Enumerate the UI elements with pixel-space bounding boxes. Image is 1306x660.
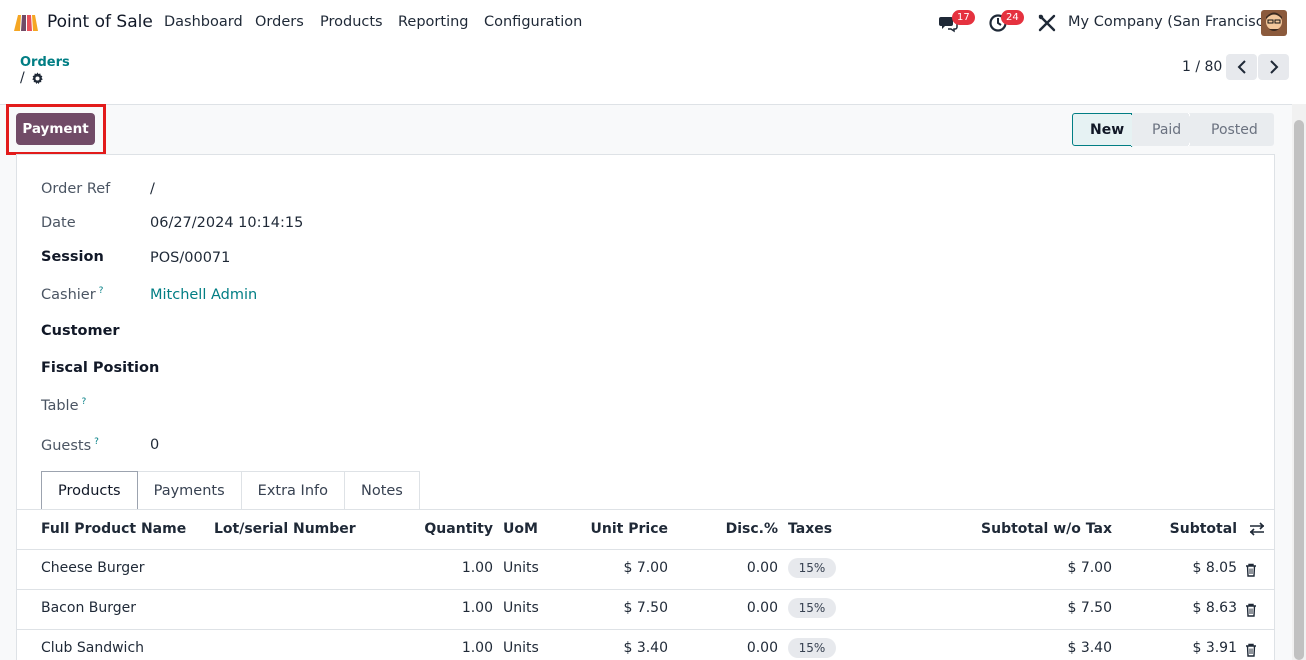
column-header-discount[interactable]: Disc.% [698, 521, 778, 537]
discount-cell[interactable]: 0.00 [698, 600, 778, 616]
subtotal-wo-tax-cell: $ 7.00 [1067, 560, 1112, 576]
column-header-subtotal-wo-tax[interactable]: Subtotal w/o Tax [962, 521, 1112, 537]
discount-cell[interactable]: 0.00 [698, 560, 778, 576]
breadcrumb-current-record: / [20, 70, 25, 86]
product-name-cell[interactable]: Bacon Burger [41, 600, 136, 616]
company-switcher[interactable]: My Company (San Francisco) [1068, 14, 1278, 30]
trash-icon[interactable] [1245, 643, 1257, 657]
column-header-uom[interactable]: UoM [503, 521, 538, 537]
messages-badge: 17 [952, 10, 975, 25]
discount-cell[interactable]: 0.00 [698, 640, 778, 656]
quantity-cell[interactable]: 1.00 [393, 560, 493, 576]
tab-payments[interactable]: Payments [137, 471, 242, 510]
uom-cell[interactable]: Units [503, 560, 539, 576]
app-title[interactable]: Point of Sale [47, 12, 153, 32]
product-name-cell[interactable]: Club Sandwich [41, 640, 144, 656]
product-name-cell[interactable]: Cheese Burger [41, 560, 144, 576]
tab-products[interactable]: Products [41, 471, 138, 510]
menu-reporting[interactable]: Reporting [398, 14, 469, 30]
tax-badge[interactable]: 15% [788, 598, 836, 618]
pager-value[interactable]: 1 / 80 [1182, 59, 1222, 75]
menu-products[interactable]: Products [320, 14, 383, 30]
order-ref-label: Order Ref [41, 181, 111, 197]
help-icon[interactable]: ? [99, 286, 104, 296]
gear-icon[interactable] [31, 71, 44, 85]
uom-cell[interactable]: Units [503, 640, 539, 656]
cashier-label-text: Cashier [41, 286, 96, 303]
unit-price-cell[interactable]: $ 7.50 [568, 600, 668, 616]
chevron-left-icon [1237, 60, 1246, 74]
activities-badge: 24 [1001, 10, 1024, 25]
tab-notes[interactable]: Notes [344, 471, 420, 510]
column-header-lot[interactable]: Lot/serial Number [214, 521, 356, 537]
column-options-icon[interactable] [1249, 521, 1265, 537]
column-header-unit-price[interactable]: Unit Price [568, 521, 668, 537]
column-header-taxes[interactable]: Taxes [788, 521, 832, 537]
status-posted[interactable]: Posted [1190, 113, 1274, 146]
trash-icon[interactable] [1245, 563, 1257, 577]
subtotal-cell: $ 3.91 [1192, 640, 1237, 656]
breadcrumb-orders[interactable]: Orders [20, 55, 70, 70]
unit-price-cell[interactable]: $ 3.40 [568, 640, 668, 656]
session-label: Session [41, 249, 104, 265]
date-label: Date [41, 215, 76, 231]
breadcrumb: / [20, 70, 44, 86]
notebook-tabs: Products Payments Extra Info Notes [41, 471, 420, 510]
subtotal-cell: $ 8.63 [1192, 600, 1237, 616]
trash-icon[interactable] [1245, 603, 1257, 617]
tax-badge[interactable]: 15% [788, 638, 836, 658]
cashier-value[interactable]: Mitchell Admin [150, 287, 257, 303]
table-field[interactable] [150, 397, 450, 415]
table-label: Table? [41, 397, 86, 414]
pager-previous-button[interactable] [1226, 54, 1257, 80]
uom-cell[interactable]: Units [503, 600, 539, 616]
status-paid[interactable]: Paid [1132, 113, 1202, 146]
customer-label: Customer [41, 323, 120, 339]
tabs-divider [17, 509, 1274, 510]
quantity-cell[interactable]: 1.00 [393, 600, 493, 616]
guests-label-text: Guests [41, 437, 92, 454]
help-icon[interactable]: ? [82, 397, 87, 407]
column-header-product[interactable]: Full Product Name [41, 521, 186, 537]
scrollbar-thumb[interactable] [1294, 120, 1304, 660]
table-label-text: Table [41, 397, 79, 414]
tools-icon[interactable] [1037, 13, 1057, 33]
row-divider [17, 589, 1274, 590]
pos-logo-icon[interactable] [12, 13, 40, 33]
menu-dashboard[interactable]: Dashboard [164, 14, 243, 30]
payment-button-highlight [6, 104, 106, 155]
order-ref-value[interactable]: / [150, 181, 155, 197]
tax-badge[interactable]: 15% [788, 558, 836, 578]
menu-orders[interactable]: Orders [255, 14, 304, 30]
session-value[interactable]: POS/00071 [150, 250, 230, 266]
date-value[interactable]: 06/27/2024 10:14:15 [150, 215, 303, 231]
pager-next-button[interactable] [1258, 54, 1289, 80]
column-header-quantity[interactable]: Quantity [393, 521, 493, 537]
customer-field[interactable] [150, 323, 450, 341]
chevron-right-icon [1269, 60, 1278, 74]
unit-price-cell[interactable]: $ 7.00 [568, 560, 668, 576]
guests-label: Guests? [41, 437, 99, 454]
quantity-cell[interactable]: 1.00 [393, 640, 493, 656]
top-navbar: Point of Sale Dashboard Orders Products … [0, 0, 1306, 46]
cashier-label: Cashier? [41, 286, 103, 303]
status-new[interactable]: New [1072, 113, 1145, 147]
subtotal-cell: $ 8.05 [1192, 560, 1237, 576]
status-new-label: New [1090, 121, 1125, 138]
user-avatar[interactable] [1261, 10, 1287, 36]
row-divider [17, 629, 1274, 630]
menu-configuration[interactable]: Configuration [484, 14, 582, 30]
status-paid-label: Paid [1152, 121, 1182, 138]
guests-value[interactable]: 0 [150, 437, 159, 453]
fiscal-position-field[interactable] [150, 360, 450, 378]
column-header-subtotal[interactable]: Subtotal [1137, 521, 1237, 537]
subtotal-wo-tax-cell: $ 7.50 [1067, 600, 1112, 616]
table-header-divider [17, 549, 1274, 550]
subtotal-wo-tax-cell: $ 3.40 [1067, 640, 1112, 656]
tab-extra-info[interactable]: Extra Info [241, 471, 345, 510]
help-icon[interactable]: ? [94, 437, 99, 447]
status-bar: New Paid Posted [1072, 113, 1274, 147]
fiscal-position-label: Fiscal Position [41, 360, 160, 376]
status-posted-label: Posted [1211, 121, 1258, 138]
